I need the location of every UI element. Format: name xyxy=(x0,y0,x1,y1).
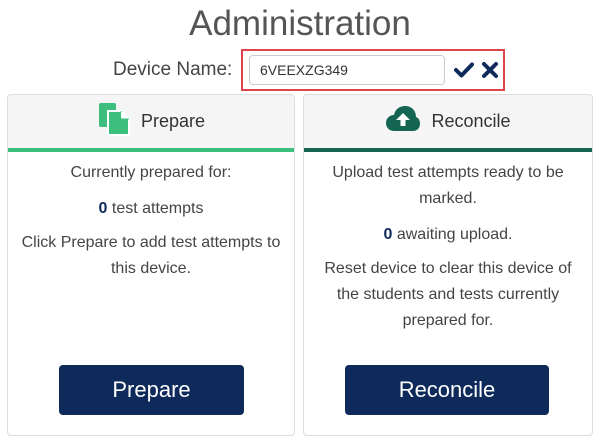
reconcile-card-header: Reconcile xyxy=(304,95,592,152)
prepare-status-text: Currently prepared for: xyxy=(70,164,232,181)
prepare-instructions: Click Prepare to add test attempts to th… xyxy=(21,234,281,277)
reconcile-instructions: Reset device to clear this device of the… xyxy=(324,260,572,329)
prepare-count-suffix: test attempts xyxy=(107,200,204,217)
close-icon[interactable] xyxy=(481,60,499,80)
prepare-button[interactable]: Prepare xyxy=(59,365,244,415)
reconcile-count-suffix: awaiting upload. xyxy=(392,226,513,243)
device-name-row: Device Name: xyxy=(0,49,600,91)
prepare-card-header: Prepare xyxy=(8,95,294,152)
reconcile-button[interactable]: Reconcile xyxy=(345,365,549,415)
prepare-count-line: 0 test attempts xyxy=(16,196,286,222)
prepare-card-title: Prepare xyxy=(140,111,206,131)
copy-documents-icon xyxy=(97,102,131,141)
page-title: Administration xyxy=(189,4,411,43)
prepare-card: Prepare Currently prepared for: 0 test a… xyxy=(7,94,295,436)
device-name-highlight xyxy=(241,49,505,91)
reconcile-card-title: Reconcile xyxy=(431,111,511,131)
check-icon[interactable] xyxy=(454,60,474,80)
prepare-card-body: Currently prepared for: 0 test attempts … xyxy=(8,156,294,282)
reconcile-card-body: Upload test attempts ready to be marked.… xyxy=(304,156,592,334)
reconcile-card: Reconcile Upload test attempts ready to … xyxy=(303,94,593,436)
reconcile-count-line: 0 awaiting upload. xyxy=(312,222,584,248)
cloud-upload-icon xyxy=(385,105,421,138)
device-name-label: Device Name: xyxy=(113,59,233,80)
administration-page: Administration Device Name: 6VEEXZG349 P… xyxy=(0,0,600,444)
reconcile-status-text: Upload test attempts ready to be marked. xyxy=(332,164,564,207)
device-name-input[interactable] xyxy=(249,55,445,85)
